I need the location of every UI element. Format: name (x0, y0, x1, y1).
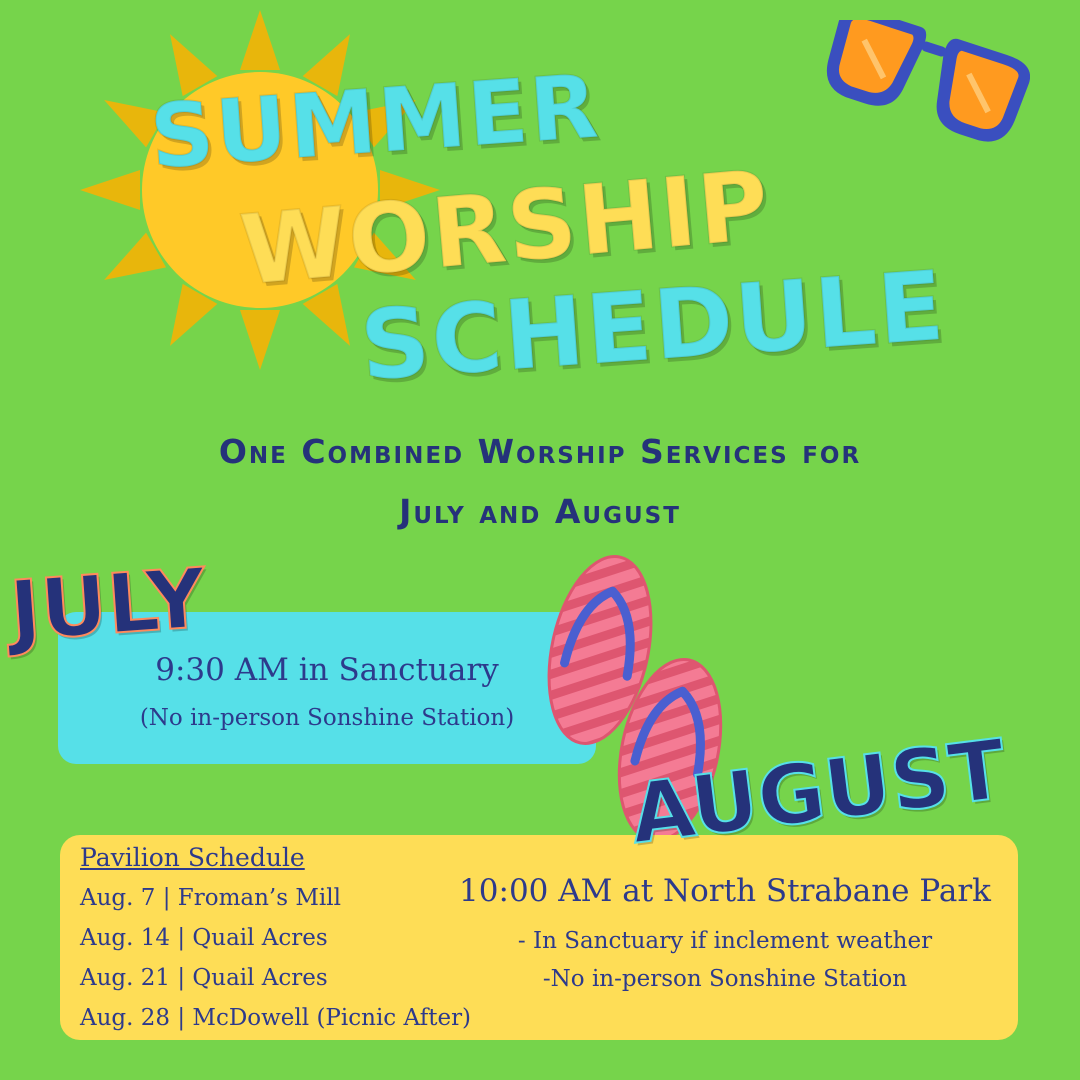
sunglasses-icon (826, 20, 1030, 142)
pavilion-schedule-header: Pavilion Schedule (80, 843, 305, 872)
pavilion-item: Aug. 21 | Quail Acres (80, 965, 328, 991)
subtitle-line-2: July and August (399, 492, 681, 531)
july-heading: July (6, 550, 210, 660)
august-note: -No in-person Sonshine Station (542, 966, 908, 992)
august-note: - In Sanctuary if inclement weather (517, 928, 933, 954)
pavilion-item: Aug. 14 | Quail Acres (80, 925, 328, 951)
subtitle-line-1: One Combined Worship Services for (218, 432, 862, 471)
july-note: (No in-person Sonshine Station) (139, 705, 515, 731)
pavilion-item: Aug. 7 | Froman’s Mill (80, 885, 341, 911)
august-service-time: 10:00 AM at North Strabane Park (459, 873, 991, 909)
pavilion-item: Aug. 28 | McDowell (Picnic After) (80, 1005, 472, 1031)
july-service-time: 9:30 AM in Sanctuary (155, 652, 499, 688)
